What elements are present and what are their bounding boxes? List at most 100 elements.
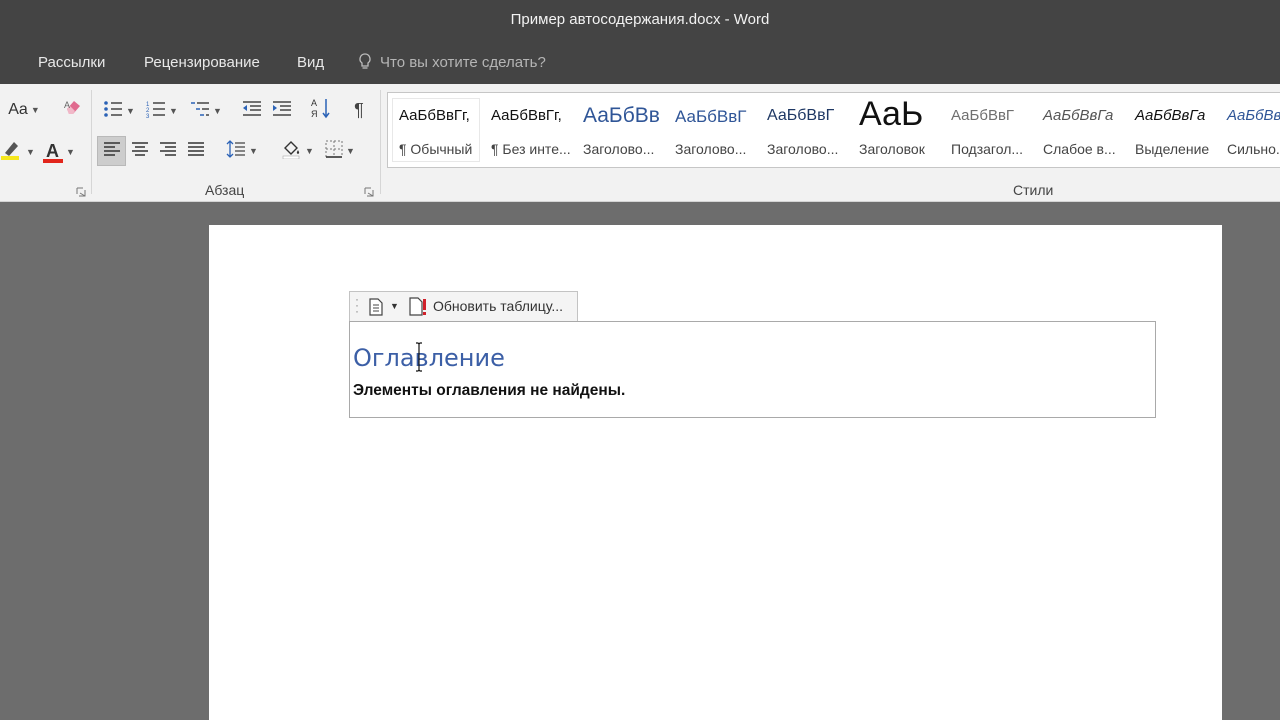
toc-options-button[interactable]: [368, 298, 384, 321]
style-name: ¶ Без инте...: [491, 141, 571, 157]
borders-button[interactable]: ▼: [320, 136, 360, 166]
group-separator: [380, 90, 381, 194]
sort-button[interactable]: AЯ: [308, 96, 334, 124]
numbered-list-icon: 123: [146, 100, 166, 123]
style-name: Подзагол...: [951, 141, 1024, 157]
style-name: Сильно...: [1227, 141, 1280, 157]
style-subtitle[interactable]: АаБбВвГ Подзагол...: [944, 98, 1032, 162]
style-name: Заголово...: [583, 141, 655, 157]
eraser-icon: A: [63, 97, 83, 122]
font-dialog-launcher[interactable]: [76, 184, 86, 197]
align-left-icon: [103, 141, 121, 162]
style-name: Заголово...: [767, 141, 839, 157]
justify-button[interactable]: [182, 136, 210, 166]
document-workspace: · · · ▼ Обновить таблицу... Оглавление Эле…: [0, 202, 1280, 720]
tab-view[interactable]: Вид: [297, 54, 324, 71]
update-table-button[interactable]: Обновить таблицу...: [433, 298, 563, 314]
style-sample: АаБбВвГг,: [399, 107, 470, 124]
table-of-contents[interactable]: Оглавление Элементы оглавления не найден…: [349, 321, 1156, 418]
align-left-button[interactable]: [97, 136, 126, 166]
tab-mailings[interactable]: Рассылки: [38, 54, 105, 71]
chevron-down-icon: ▼: [126, 106, 135, 116]
change-case-label: Aa: [8, 101, 28, 118]
shading-button[interactable]: ▼: [278, 136, 318, 166]
decrease-indent-icon: [242, 100, 262, 122]
borders-icon: [325, 140, 343, 163]
title-bar: Пример автосодержания.docx - Word: [0, 0, 1280, 42]
chevron-down-icon: ▼: [346, 146, 355, 156]
style-name: ¶ Обычный: [399, 141, 473, 157]
toc-heading[interactable]: Оглавление: [353, 344, 505, 372]
chevron-down-icon[interactable]: ▼: [390, 301, 399, 311]
style-heading-2[interactable]: АаБбВвГ Заголово...: [668, 98, 756, 162]
ribbon: Aa ▼ A ▼ A ▼ ▼ 1 2 3 ▼ ▼ A Я ¶ ▼ ▼ ▼ Абз…: [0, 84, 1280, 202]
multilevel-list-icon: [190, 100, 210, 123]
bullets-button[interactable]: ▼: [100, 98, 138, 124]
ribbon-tabs: Рассылки Рецензирование Вид Что вы хотит…: [0, 42, 1280, 84]
style-sample: АаБбВвГа: [1135, 107, 1206, 124]
align-right-button[interactable]: [154, 136, 182, 166]
svg-text:A: A: [64, 100, 70, 110]
tell-me-placeholder: Что вы хотите сделать?: [380, 53, 546, 71]
style-sample: АаБбВвГа: [1043, 107, 1114, 124]
style-normal[interactable]: АаБбВвГг, ¶ Обычный: [392, 98, 480, 162]
sort-az-icon: AЯ: [311, 97, 331, 124]
decrease-indent-button[interactable]: [238, 98, 266, 124]
style-intense-emphasis[interactable]: АаБбВвГа Сильно...: [1220, 98, 1280, 162]
toc-empty-message: Элементы оглавления не найдены.: [353, 382, 626, 399]
tell-me-search[interactable]: Что вы хотите сделать?: [358, 53, 546, 71]
justify-icon: [187, 141, 205, 162]
style-title[interactable]: АаЬ Заголовок: [852, 95, 940, 162]
align-right-icon: [159, 141, 177, 162]
paragraph-group-label: Абзац: [205, 182, 245, 198]
increase-indent-button[interactable]: [268, 98, 296, 124]
paragraph-dialog-launcher[interactable]: [364, 184, 374, 197]
style-sample: АаБбВвГ: [951, 107, 1015, 124]
clear-formatting-button[interactable]: A: [60, 96, 86, 122]
numbering-button[interactable]: 1 2 3 ▼: [142, 98, 182, 124]
increase-indent-icon: [272, 100, 292, 122]
style-sample: АаБбВвГг,: [491, 107, 562, 124]
style-no-spacing[interactable]: АаБбВвГг, ¶ Без инте...: [484, 98, 572, 162]
line-spacing-button[interactable]: ▼: [222, 136, 262, 166]
highlight-button[interactable]: ▼: [0, 138, 36, 166]
style-sample: АаБбВвГ: [767, 107, 835, 124]
font-color-icon: A: [43, 141, 64, 163]
style-name: Заголовок: [859, 141, 925, 157]
style-sample: АаБбВвГа: [1227, 107, 1280, 124]
align-center-button[interactable]: [126, 136, 154, 166]
window-title: Пример автосодержания.docx - Word: [510, 11, 770, 28]
tab-review[interactable]: Рецензирование: [144, 54, 260, 71]
style-heading-1[interactable]: АаБбВв Заголово...: [576, 98, 664, 162]
update-table-icon[interactable]: [408, 297, 430, 322]
styles-gallery: АаБбВвГг, ¶ Обычный АаБбВвГг, ¶ Без инте…: [387, 92, 1280, 168]
style-emphasis[interactable]: АаБбВвГа Выделение: [1128, 98, 1216, 162]
multilevel-list-button[interactable]: ▼: [186, 98, 226, 124]
drag-handle-icon[interactable]: · · ·: [355, 293, 359, 317]
style-name: Слабое в...: [1043, 141, 1116, 157]
font-color-swatch: [43, 159, 64, 163]
text-cursor-icon: [415, 342, 423, 372]
chevron-down-icon: ▼: [305, 146, 314, 156]
svg-text:A: A: [311, 98, 317, 108]
style-name: Выделение: [1135, 141, 1210, 157]
chevron-down-icon: ▼: [66, 147, 75, 157]
group-separator: [91, 90, 92, 194]
style-name: Заголово...: [675, 141, 747, 157]
change-case-button[interactable]: Aa ▼: [4, 98, 44, 122]
chevron-down-icon: ▼: [213, 106, 222, 116]
document-page[interactable]: · · · ▼ Обновить таблицу... Оглавление Эле…: [209, 225, 1222, 720]
chevron-down-icon: ▼: [249, 146, 258, 156]
chevron-down-icon: ▼: [26, 147, 35, 157]
svg-text:Я: Я: [311, 109, 318, 119]
style-subtle-emphasis[interactable]: АаБбВвГа Слабое в...: [1036, 98, 1124, 162]
styles-group-label: Стили: [1013, 182, 1054, 198]
font-color-button[interactable]: A ▼: [40, 138, 78, 166]
show-formatting-marks-button[interactable]: ¶: [346, 96, 372, 124]
chevron-down-icon: ▼: [169, 106, 178, 116]
toc-content-control-toolbar: · · · ▼ Обновить таблицу...: [349, 291, 578, 321]
align-center-icon: [131, 141, 149, 162]
bullet-list-icon: [103, 100, 123, 123]
style-sample: АаБбВвГ: [675, 107, 747, 126]
style-heading-3[interactable]: АаБбВвГ Заголово...: [760, 98, 848, 162]
